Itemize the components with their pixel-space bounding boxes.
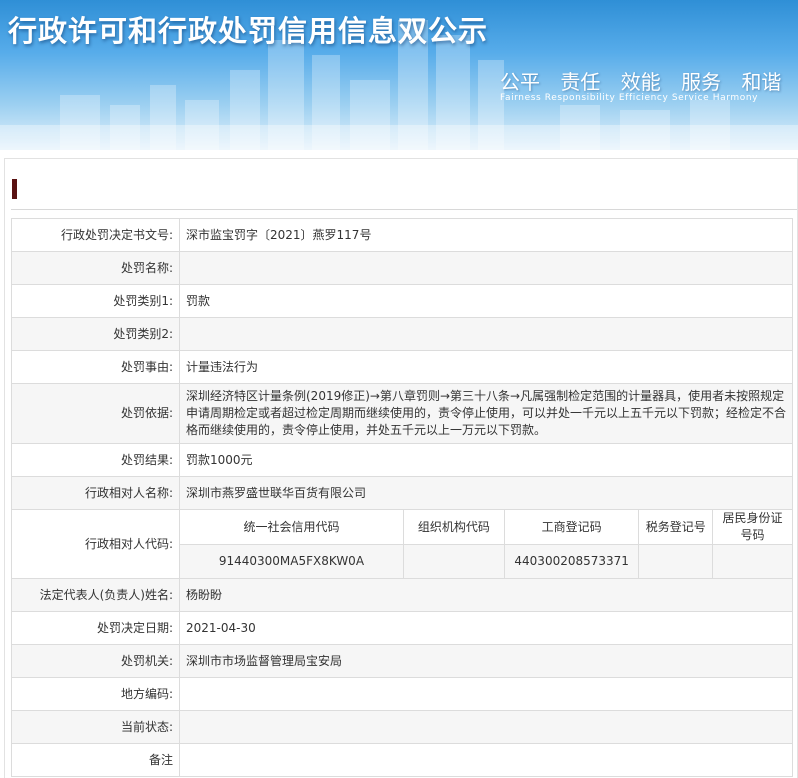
field-label: 行政处罚决定书文号: bbox=[11, 218, 180, 252]
code-value: 91440300MA5FX8KW0A bbox=[180, 544, 404, 578]
table-row: 处罚类别1: 罚款 bbox=[11, 284, 793, 318]
field-label: 法定代表人(负责人)姓名: bbox=[11, 578, 180, 612]
penalty-info-table: 行政处罚决定书文号: 深市监宝罚字〔2021〕燕罗117号 处罚名称: 处罚类别… bbox=[11, 218, 793, 777]
table-row: 处罚依据: 深圳经济特区计量条例(2019修正)→第八章罚则→第三十八条→凡属强… bbox=[11, 383, 793, 444]
field-value: 2021-04-30 bbox=[179, 611, 793, 645]
field-label: 处罚名称: bbox=[11, 251, 180, 285]
slogan-word: 责任 bbox=[560, 70, 601, 94]
field-label: 处罚依据: bbox=[11, 383, 180, 444]
field-label: 处罚类别2: bbox=[11, 317, 180, 351]
code-value bbox=[711, 544, 792, 578]
table-row: 处罚名称: bbox=[11, 251, 793, 285]
table-row: 处罚类别2: bbox=[11, 317, 793, 351]
site-title: 行政许可和行政处罚信用信息双公示 bbox=[8, 14, 489, 48]
table-row: 行政处罚决定书文号: 深市监宝罚字〔2021〕燕罗117号 bbox=[11, 218, 793, 252]
section-marker bbox=[12, 179, 17, 199]
field-label: 行政相对人代码: bbox=[11, 509, 180, 579]
field-value bbox=[179, 251, 793, 285]
field-value: 杨盼盼 bbox=[179, 578, 793, 612]
table-row: 当前状态: bbox=[11, 710, 793, 744]
slogan-word: 效能 bbox=[620, 70, 661, 94]
code-value: 440300208573371 bbox=[503, 544, 639, 578]
table-row: 处罚决定日期: 2021-04-30 bbox=[11, 611, 793, 645]
field-label: 处罚类别1: bbox=[11, 284, 180, 318]
code-value bbox=[402, 544, 505, 578]
slogan: 公平 责任 效能 服务 和谐 bbox=[500, 66, 795, 95]
table-row: 法定代表人(负责人)姓名: 杨盼盼 bbox=[11, 578, 793, 612]
slogan-word: 公平 bbox=[500, 70, 540, 94]
field-value: 深市监宝罚字〔2021〕燕罗117号 bbox=[179, 218, 793, 252]
header-banner: 行政许可和行政处罚信用信息双公示 公平 责任 效能 服务 和谐 Fairness… bbox=[0, 0, 798, 150]
field-label: 行政相对人名称: bbox=[11, 476, 180, 510]
table-row: 行政相对人名称: 深圳市燕罗盛世联华百货有限公司 bbox=[11, 476, 793, 510]
field-label: 地方编码: bbox=[11, 677, 180, 711]
field-value: 深圳经济特区计量条例(2019修正)→第八章罚则→第三十八条→凡属强制检定范围的… bbox=[179, 383, 793, 444]
code-header: 工商登记码 bbox=[503, 510, 639, 545]
field-value: 深圳市市场监督管理局宝安局 bbox=[179, 644, 793, 678]
code-value bbox=[638, 544, 713, 578]
code-header-row: 统一社会信用代码 组织机构代码 工商登记码 税务登记号 居民身份证号码 bbox=[180, 510, 792, 545]
table-row: 处罚机关: 深圳市市场监督管理局宝安局 bbox=[11, 644, 793, 678]
code-header: 统一社会信用代码 bbox=[180, 510, 404, 545]
field-label: 处罚决定日期: bbox=[11, 611, 180, 645]
code-header: 税务登记号 bbox=[638, 510, 713, 545]
field-value: 罚款 bbox=[179, 284, 793, 318]
slogan-word: 服务 bbox=[681, 70, 722, 94]
field-value bbox=[179, 317, 793, 351]
table-row: 处罚结果: 罚款1000元 bbox=[11, 443, 793, 477]
code-header: 组织机构代码 bbox=[402, 510, 505, 545]
field-label: 当前状态: bbox=[11, 710, 180, 744]
slogan-english: Fairness Responsibility Efficiency Servi… bbox=[500, 93, 759, 103]
table-row: 行政相对人代码: 统一社会信用代码 组织机构代码 工商登记码 税务登记号 居民身… bbox=[11, 509, 793, 579]
table-row: 地方编码: bbox=[11, 677, 793, 711]
table-row: 备注 bbox=[11, 743, 793, 777]
field-label: 处罚结果: bbox=[11, 443, 180, 477]
field-label: 处罚机关: bbox=[11, 644, 180, 678]
field-value bbox=[179, 743, 793, 777]
divider bbox=[11, 209, 797, 210]
slogan-word: 和谐 bbox=[741, 70, 782, 94]
code-subtable: 统一社会信用代码 组织机构代码 工商登记码 税务登记号 居民身份证号码 9144… bbox=[180, 510, 792, 578]
field-value: 深圳市燕罗盛世联华百货有限公司 bbox=[179, 476, 793, 510]
field-label: 备注 bbox=[11, 743, 180, 777]
field-label: 处罚事由: bbox=[11, 350, 180, 384]
code-header: 居民身份证号码 bbox=[711, 510, 792, 545]
code-cell: 统一社会信用代码 组织机构代码 工商登记码 税务登记号 居民身份证号码 9144… bbox=[179, 509, 793, 579]
field-value: 计量违法行为 bbox=[179, 350, 793, 384]
field-value: 罚款1000元 bbox=[179, 443, 793, 477]
field-value bbox=[179, 710, 793, 744]
table-row: 处罚事由: 计量违法行为 bbox=[11, 350, 793, 384]
field-value bbox=[179, 677, 793, 711]
code-value-row: 91440300MA5FX8KW0A 440300208573371 bbox=[180, 544, 792, 578]
